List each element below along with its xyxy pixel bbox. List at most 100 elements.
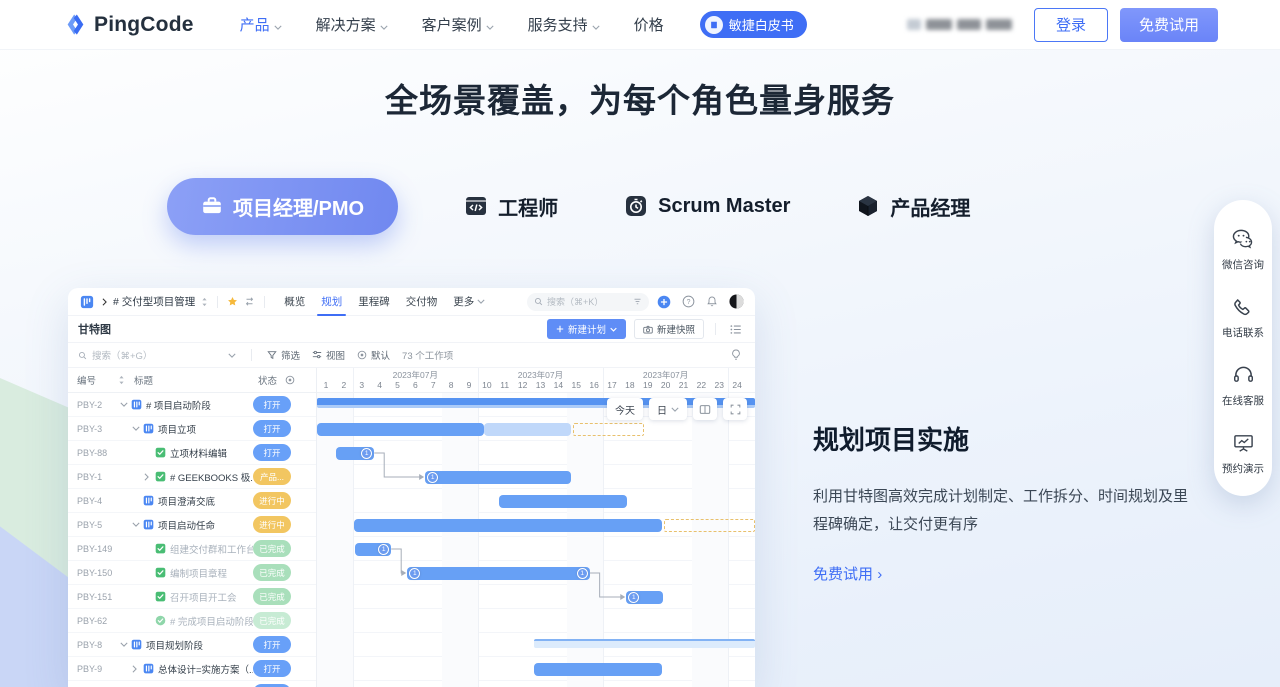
notification-bell-icon[interactable] <box>703 293 721 311</box>
swap-icon[interactable] <box>244 297 255 306</box>
work-item-row[interactable]: PBY-5项目启动任命进行中 <box>68 513 316 537</box>
expander-icon[interactable] <box>132 426 142 431</box>
dependency-badge[interactable]: 1 <box>577 568 588 579</box>
headset-icon <box>1233 365 1254 388</box>
default-view-button[interactable]: 默认 <box>357 348 390 362</box>
app-tab-3[interactable]: 交付物 <box>406 288 438 316</box>
favorite-star-icon[interactable] <box>227 296 238 307</box>
search-filter-icon[interactable] <box>633 297 642 306</box>
gantt-bar-PBY-4[interactable] <box>499 495 627 508</box>
pingcode-logo-icon <box>64 13 87 36</box>
work-item-row[interactable]: PBY-3项目立项打开 <box>68 417 316 441</box>
column-settings-icon[interactable] <box>285 375 295 385</box>
day-label: 2 <box>335 380 353 390</box>
gantt-bar-PBY-8[interactable] <box>534 639 755 648</box>
login-button[interactable]: 登录 <box>1034 8 1108 42</box>
gantt-bar-PBY-5[interactable] <box>354 519 662 532</box>
expander-icon[interactable] <box>144 473 154 481</box>
whitepaper-badge[interactable]: 敏捷白皮书 <box>700 11 807 38</box>
app-tab-0[interactable]: 概览 <box>284 288 305 316</box>
work-item-row[interactable]: PBY-8项目规划阶段打开 <box>68 633 316 657</box>
app-tab-4[interactable]: 更多 <box>453 288 485 316</box>
today-button[interactable]: 今天 <box>607 398 643 420</box>
free-trial-button[interactable]: 免费试用 <box>1120 8 1218 42</box>
nav-link-0[interactable]: 产品 <box>240 14 282 35</box>
gantt-bar-PBY-3[interactable] <box>573 423 645 436</box>
dependency-badge[interactable]: 1 <box>427 472 438 483</box>
contact-item-0[interactable]: 微信咨询 <box>1222 214 1264 282</box>
expander-icon[interactable] <box>120 402 130 407</box>
header-title[interactable]: 标题 <box>132 373 258 387</box>
chevron-down-icon <box>610 327 617 332</box>
work-item-row[interactable]: PBY-62# 完成项目启动阶段...已完成 <box>68 609 316 633</box>
gantt-bar-PBY-5[interactable] <box>664 519 755 532</box>
day-label: 3 <box>353 380 371 390</box>
sort-updown-icon[interactable] <box>201 297 208 307</box>
feature-trial-link[interactable]: 免费试用 › <box>813 566 882 583</box>
app-tab-2[interactable]: 里程碑 <box>358 288 390 316</box>
check-type-icon <box>155 567 166 578</box>
work-item-row[interactable]: PBY-151召开项目开工会已完成 <box>68 585 316 609</box>
gantt-bar-PBY-1[interactable] <box>425 471 571 484</box>
app-search-input[interactable]: 搜索（⌘+K） <box>527 293 649 311</box>
help-icon[interactable]: ? <box>679 293 697 311</box>
work-item-row[interactable]: PBY-1# GEEKBOOKS 极...产品... <box>68 465 316 489</box>
filter-button[interactable]: 筛选 <box>267 348 300 362</box>
tips-bulb-icon[interactable] <box>727 346 745 364</box>
status-badge: 打开 <box>253 660 291 677</box>
nav-link-3[interactable]: 服务支持 <box>528 14 600 35</box>
avatar[interactable] <box>727 293 745 311</box>
work-item-row[interactable]: PBY-4项目澄清交底进行中 <box>68 489 316 513</box>
fullscreen-button[interactable] <box>723 398 747 420</box>
gantt-timeline-header: 2023年07月2023年07月2023年07月1234567891011121… <box>317 368 755 393</box>
status-badge: 打开 <box>253 420 291 437</box>
search-placeholder: 搜索（⌘+K） <box>547 295 629 308</box>
role-tab-0[interactable]: 项目经理/PMO <box>167 178 398 235</box>
contact-item-3[interactable]: 预约演示 <box>1222 418 1264 486</box>
role-tab-2[interactable]: Scrum Master <box>624 194 790 218</box>
view-settings-button[interactable]: 视图 <box>312 348 345 362</box>
work-item-row[interactable]: PBY-149组建交付群和工作台已完成 <box>68 537 316 561</box>
work-item-row[interactable]: PBY-2# 项目启动阶段打开 <box>68 393 316 417</box>
create-plus-button[interactable] <box>655 293 673 311</box>
header-status[interactable]: 状态 <box>258 373 316 387</box>
gantt-bar-PBY-3[interactable] <box>484 423 571 436</box>
contact-item-1[interactable]: 电话联系 <box>1222 282 1264 350</box>
sort-icon[interactable] <box>118 375 132 385</box>
day-label: 4 <box>371 380 389 390</box>
role-tab-3[interactable]: 产品经理 <box>856 192 970 221</box>
expander-icon[interactable] <box>132 665 142 673</box>
gantt-bar-PBY-9[interactable] <box>534 663 662 676</box>
gantt-bar-PBY-3[interactable] <box>317 423 484 436</box>
nav-link-1[interactable]: 解决方案 <box>316 14 388 35</box>
nav-link-2[interactable]: 客户案例 <box>422 14 494 35</box>
day-label: 1 <box>317 380 335 390</box>
pingcode-logo[interactable]: PingCode <box>64 13 194 37</box>
role-tab-1[interactable]: 工程师 <box>464 192 558 221</box>
gantt-search-input[interactable]: 搜索（⌘+G） <box>78 348 236 362</box>
nav-link-4[interactable]: 价格 <box>634 14 664 35</box>
dependency-badge[interactable]: 1 <box>378 544 389 555</box>
gantt-bar-PBY-150[interactable] <box>407 567 589 580</box>
dependency-badge[interactable]: 1 <box>409 568 420 579</box>
dependency-badge[interactable]: 1 <box>628 592 639 603</box>
contact-item-2[interactable]: 在线客服 <box>1222 350 1264 418</box>
work-item-row[interactable]: PBY-10概要设计（分）打开 <box>68 681 316 687</box>
app-tab-1[interactable]: 规划 <box>321 288 342 316</box>
list-menu-icon[interactable] <box>727 320 745 338</box>
split-view-button[interactable] <box>693 398 717 420</box>
gantt-content: 编号 标题 状态 PBY-2# 项目启动阶段打开PBY-3项目立项打开PBY-8… <box>68 368 755 687</box>
header-id[interactable]: 编号 <box>68 373 118 387</box>
expander-icon[interactable] <box>132 522 142 527</box>
work-item-row[interactable]: PBY-150编制项目章程已完成 <box>68 561 316 585</box>
dependency-badge[interactable]: 1 <box>361 448 372 459</box>
time-scale-select[interactable]: 日 <box>649 398 687 420</box>
expander-icon[interactable] <box>120 642 130 647</box>
book-icon <box>705 16 723 34</box>
new-snapshot-button[interactable]: 新建快照 <box>634 319 704 339</box>
new-plan-button[interactable]: 新建计划 <box>547 319 626 339</box>
work-item-row[interactable]: PBY-88立项材料编辑打开 <box>68 441 316 465</box>
day-label: 9 <box>460 380 478 390</box>
breadcrumb-project-title[interactable]: # 交付型项目管理 <box>113 294 195 309</box>
work-item-row[interactable]: PBY-9总体设计=实施方案（...打开 <box>68 657 316 681</box>
